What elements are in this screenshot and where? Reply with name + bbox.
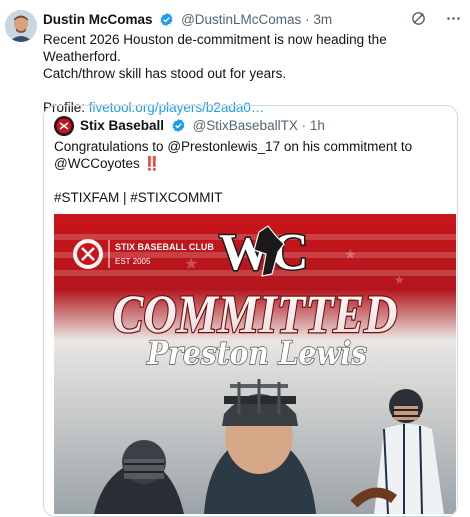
quoted-tweet[interactable]: Stix Baseball @StixBaseballTX · 1h Congr… bbox=[43, 105, 458, 517]
quote-author-name[interactable]: Stix Baseball bbox=[80, 118, 164, 133]
tweet-text-line-2: Catch/throw skill has stood out for year… bbox=[43, 66, 287, 81]
svg-text:★: ★ bbox=[184, 254, 198, 273]
grok-icon[interactable] bbox=[410, 10, 427, 32]
quote-header: Stix Baseball @StixBaseballTX · 1h bbox=[80, 118, 325, 137]
club-name: STIX BASEBALL CLUB bbox=[115, 242, 214, 252]
tweet-text-line-1: Recent 2026 Houston de-commitment is now… bbox=[43, 32, 387, 64]
more-icon[interactable] bbox=[445, 10, 462, 32]
verified-badge-icon bbox=[159, 12, 174, 31]
tweet-text: Recent 2026 Houston de-commitment is now… bbox=[43, 31, 458, 116]
separator-dot: · bbox=[305, 12, 310, 27]
tweet-header: Dustin McComas @DustinLMcComas · 3m bbox=[43, 12, 332, 31]
tweet-actions-top bbox=[396, 10, 462, 32]
quote-hashtags[interactable]: #STIXFAM | #STIXCOMMIT bbox=[54, 189, 449, 206]
quote-author-handle[interactable]: @StixBaseballTX bbox=[193, 118, 298, 133]
verified-badge-icon bbox=[171, 118, 186, 137]
school-logo: WC bbox=[218, 223, 311, 283]
quote-timestamp[interactable]: 1h bbox=[310, 118, 325, 133]
quote-text-line-2: @WCCoyotes ‼️ bbox=[54, 156, 161, 171]
author-avatar[interactable] bbox=[5, 10, 37, 42]
svg-text:★: ★ bbox=[344, 247, 357, 263]
player-name: Preston Lewis bbox=[146, 334, 367, 372]
author-handle[interactable]: @DustinLMcComas bbox=[181, 12, 301, 27]
club-est: EST 2005 bbox=[115, 257, 151, 266]
quote-text: Congratulations to @Prestonlewis_17 on h… bbox=[54, 138, 449, 206]
quote-author-avatar[interactable] bbox=[54, 116, 74, 136]
author-name[interactable]: Dustin McComas bbox=[43, 12, 153, 27]
commitment-graphic[interactable]: ★ ★ ★ STIX BASEBALL CLUB EST 2005 WC COM… bbox=[54, 214, 456, 514]
separator-dot: · bbox=[301, 118, 307, 133]
timestamp[interactable]: 3m bbox=[313, 12, 332, 27]
quote-text-line-1: Congratulations to @Prestonlewis_17 on h… bbox=[54, 139, 413, 154]
